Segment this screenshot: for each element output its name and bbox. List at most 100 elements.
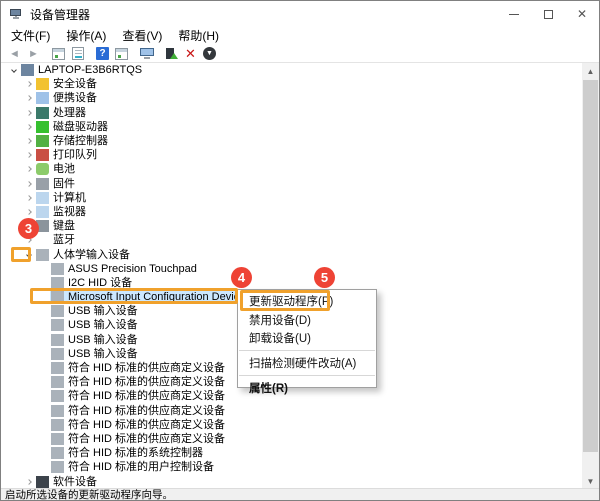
expand-chevron[interactable] [22, 111, 35, 115]
menu-item-3[interactable]: 帮助(H) [170, 27, 227, 45]
device-manager-window: 设备管理器 ✕ 文件(F)操作(A)查看(V)帮助(H) ?▼ LAPTOP-E… [0, 0, 600, 501]
context-menu-item[interactable]: 卸载设备(U) [238, 329, 376, 348]
expand-chevron[interactable] [22, 96, 35, 100]
tree-row-label: 安全设备 [53, 78, 97, 90]
menu-bar: 文件(F)操作(A)查看(V)帮助(H) [1, 27, 599, 45]
menu-item-2[interactable]: 查看(V) [114, 27, 170, 45]
hid-icon [51, 405, 64, 417]
minimize-button[interactable] [497, 1, 531, 27]
vertical-scrollbar[interactable]: ▲ ▼ [582, 63, 599, 488]
tree-row[interactable]: 磁盘驱动器 [1, 120, 584, 134]
back-arrow-icon[interactable] [5, 46, 24, 62]
tree-row-content: 蓝牙 [35, 233, 79, 247]
tree-row[interactable]: 电池 [1, 162, 584, 176]
update-driver-icon[interactable] [162, 46, 181, 62]
battery-icon [36, 163, 49, 175]
printer-icon [36, 149, 49, 161]
tree-row-content: 人体学输入设备 [35, 248, 134, 262]
context-menu-item[interactable]: 属性(R) [238, 379, 376, 398]
disk-icon [36, 121, 49, 133]
software-icon [36, 476, 49, 488]
toolbar: ?▼ [1, 45, 599, 62]
expand-chevron[interactable] [22, 125, 35, 129]
callout-circle-4: 4 [231, 267, 252, 288]
tree-row[interactable]: 计算机 [1, 191, 584, 205]
collapse-chevron[interactable] [7, 68, 20, 72]
tree-row-content: 处理器 [35, 106, 90, 120]
expand-chevron[interactable] [22, 153, 35, 157]
tree-row-content: USB 输入设备 [50, 333, 142, 347]
tree-row-content: 符合 HID 标准的供应商定义设备 [50, 404, 229, 418]
tree-row-label: USB 输入设备 [68, 305, 138, 317]
tree-row[interactable]: 软件设备 [1, 474, 584, 488]
tree-row-label: 符合 HID 标准的供应商定义设备 [68, 419, 225, 431]
window-controls: ✕ [497, 1, 599, 27]
tree-row-label: 固件 [53, 178, 75, 190]
scrollbar-thumb[interactable] [583, 80, 598, 452]
tree-row-label: 软件设备 [53, 476, 97, 488]
tree-row-label: 键盘 [53, 220, 75, 232]
tree-row-label: ASUS Precision Touchpad [68, 263, 197, 275]
tree-row[interactable]: 便携设备 [1, 91, 584, 105]
hid-icon [51, 334, 64, 346]
tree-row[interactable]: 人体学输入设备 [1, 247, 584, 261]
tree-row-content: 符合 HID 标准的用户控制设备 [50, 460, 218, 474]
expand-chevron[interactable] [22, 210, 35, 214]
tree-row[interactable]: 符合 HID 标准的供应商定义设备 [1, 432, 584, 446]
tree-rows: LAPTOP-E3B6RTQS安全设备便携设备处理器磁盘驱动器存储控制器打印队列… [1, 63, 599, 488]
tree-row-content: USB 输入设备 [50, 347, 142, 361]
tree-row[interactable]: 蓝牙 [1, 233, 584, 247]
menu-item-1[interactable]: 操作(A) [58, 27, 114, 45]
tree-row[interactable]: 安全设备 [1, 77, 584, 91]
tree-row[interactable]: 符合 HID 标准的系统控制器 [1, 446, 584, 460]
tree-row-label: USB 输入设备 [68, 348, 138, 360]
expand-chevron[interactable] [22, 196, 35, 200]
expand-chevron[interactable] [22, 182, 35, 186]
tree-row-content: 软件设备 [35, 475, 101, 488]
tree-row-label: 存储控制器 [53, 135, 108, 147]
tree-row[interactable]: 符合 HID 标准的用户控制设备 [1, 460, 584, 474]
close-button[interactable]: ✕ [565, 1, 599, 27]
tree-row[interactable]: 监视器 [1, 205, 584, 219]
tree-row-label: 符合 HID 标准的供应商定义设备 [68, 390, 225, 402]
computer-icon[interactable] [137, 46, 156, 62]
tree-row[interactable]: 存储控制器 [1, 134, 584, 148]
context-menu-item[interactable]: 禁用设备(D) [238, 311, 376, 330]
tree-row[interactable]: ASUS Precision Touchpad [1, 262, 584, 276]
forward-arrow-icon[interactable] [24, 46, 43, 62]
expand-chevron[interactable] [22, 139, 35, 143]
tree-row-content: 监视器 [35, 205, 90, 219]
expand-chevron[interactable] [22, 480, 35, 484]
help-icon[interactable]: ? [93, 46, 112, 62]
tree-row[interactable]: 符合 HID 标准的供应商定义设备 [1, 418, 584, 432]
scroll-up-icon[interactable]: ▲ [582, 63, 599, 79]
tree-row[interactable]: 固件 [1, 177, 584, 191]
hid-icon [51, 362, 64, 374]
tree-row-label: 计算机 [53, 192, 86, 204]
uninstall-icon[interactable] [181, 46, 200, 62]
tree-row[interactable]: 符合 HID 标准的供应商定义设备 [1, 404, 584, 418]
properties-icon[interactable] [68, 46, 87, 62]
tree-row[interactable]: LAPTOP-E3B6RTQS [1, 63, 584, 77]
expand-chevron[interactable] [22, 82, 35, 86]
tree-row[interactable]: 打印队列 [1, 148, 584, 162]
tree-row-content: 电池 [35, 162, 79, 176]
portable-icon [36, 92, 49, 104]
firmware-icon [36, 178, 49, 190]
tree-row[interactable]: 处理器 [1, 106, 584, 120]
expand-chevron[interactable] [22, 167, 35, 171]
menu-item-0[interactable]: 文件(F) [3, 27, 58, 45]
context-menu-item[interactable]: 扫描检测硬件改动(A) [238, 354, 376, 373]
bluetooth-icon [36, 234, 49, 246]
tree-row[interactable]: 键盘 [1, 219, 584, 233]
scroll-down-icon[interactable]: ▼ [582, 473, 599, 488]
tree-row-label: USB 输入设备 [68, 334, 138, 346]
maximize-button[interactable] [531, 1, 565, 27]
tree-row-content: 安全设备 [35, 77, 101, 91]
disable-device-icon[interactable]: ▼ [200, 46, 219, 62]
processor-icon [36, 107, 49, 119]
tree-row-label: 符合 HID 标准的系统控制器 [68, 447, 203, 459]
tree-row-content: ASUS Precision Touchpad [50, 262, 201, 276]
console-tree-icon[interactable] [49, 46, 68, 62]
window-icon[interactable] [112, 46, 131, 62]
